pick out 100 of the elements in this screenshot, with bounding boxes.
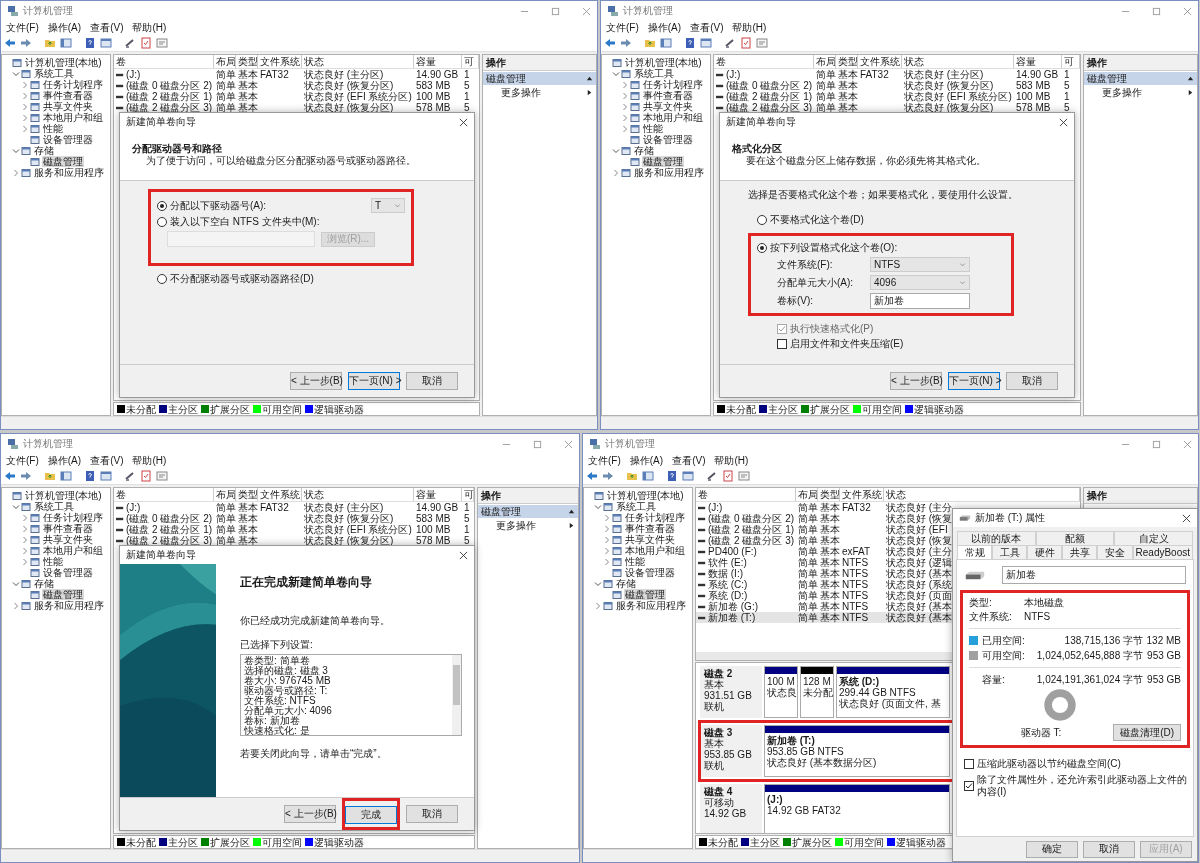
column-header[interactable]: 可 <box>462 55 479 68</box>
tree-item[interactable]: 系统工具 <box>615 501 657 512</box>
menu-item[interactable]: 查看(V) <box>90 22 124 34</box>
tree-item[interactable]: 任务计划程序 <box>624 512 686 523</box>
tree-item[interactable]: 本地用户和组 <box>42 112 104 123</box>
chevron-right-icon[interactable] <box>21 535 29 544</box>
tab[interactable]: 自定义 <box>1114 531 1193 545</box>
dialog-button[interactable]: 取消 <box>406 805 458 823</box>
caret-up-icon[interactable] <box>586 75 593 82</box>
window-icon[interactable] <box>156 37 168 49</box>
tree-item[interactable]: 本地用户和组 <box>624 545 686 556</box>
help-icon[interactable] <box>666 470 678 482</box>
tree-item[interactable]: 共享文件夹 <box>624 534 676 545</box>
maximize-icon[interactable] <box>1152 6 1161 16</box>
checklist-icon[interactable] <box>740 37 752 49</box>
tree-item[interactable]: 服务和应用程序 <box>33 167 105 178</box>
partition-block[interactable]: (J:) 14.92 GB FAT32 <box>764 784 950 833</box>
tree-item[interactable]: 计算机管理(本地) <box>606 490 685 501</box>
tree-item[interactable]: 系统工具 <box>33 68 75 79</box>
action-item[interactable]: 更多操作 <box>501 86 541 99</box>
folder-icon[interactable] <box>44 37 56 49</box>
menu-item[interactable]: 文件(F) <box>606 22 639 34</box>
pen-icon[interactable] <box>124 37 136 49</box>
column-header[interactable]: 容量 <box>414 55 462 68</box>
input-field[interactable]: 新加卷 <box>870 293 970 309</box>
chevron-right-icon[interactable] <box>621 102 629 111</box>
tab[interactable]: 常规 <box>957 545 993 559</box>
menu-item[interactable]: 操作(A) <box>629 455 664 467</box>
tree-item[interactable]: 计算机管理(本地) <box>24 57 103 68</box>
caret-down-icon[interactable] <box>959 279 966 286</box>
tree-item[interactable]: 事件查看器 <box>642 90 694 101</box>
dialog-button[interactable]: 下一页(N) > <box>348 372 400 390</box>
column-header[interactable]: 布局 <box>214 488 236 501</box>
radio-button[interactable] <box>157 274 167 284</box>
radio-label[interactable]: 不要格式化这个卷(D) <box>770 214 864 226</box>
checkbox[interactable] <box>777 339 787 349</box>
table-row[interactable]: (J:) 简单 基本 FAT32 状态良好 (主分 <box>696 502 1080 513</box>
chevron-right-icon[interactable] <box>603 524 611 533</box>
dropdown[interactable]: 4096 <box>870 275 970 290</box>
tree-item[interactable]: 本地用户和组 <box>42 545 104 556</box>
caret-up-icon[interactable] <box>568 508 575 515</box>
chevron-right-icon[interactable] <box>603 546 611 555</box>
help-icon[interactable] <box>684 37 696 49</box>
menu-item[interactable]: 文件(F) <box>6 455 39 467</box>
name-field[interactable]: 新加卷 <box>1002 566 1186 584</box>
menu-item[interactable]: 文件(F) <box>588 455 621 467</box>
window-icon[interactable] <box>660 37 672 49</box>
action-group[interactable]: 磁盘管理 <box>1084 72 1197 85</box>
tree-item[interactable]: 服务和应用程序 <box>615 600 687 611</box>
table-row[interactable]: (磁盘 2 磁盘分区 1) 简单 基本 状态良好 (EFI 系统分区) 100 MB 1 <box>114 524 474 535</box>
column-header[interactable]: 状态 <box>302 488 414 501</box>
checklist-icon[interactable] <box>722 470 734 482</box>
tab[interactable]: 工具 <box>992 545 1028 559</box>
chevron-down-icon[interactable] <box>12 579 20 588</box>
tree-item[interactable]: 存储 <box>633 145 655 156</box>
column-header[interactable]: 卷 <box>114 55 214 68</box>
chevron-down-icon[interactable] <box>12 69 20 78</box>
tab[interactable]: 安全 <box>1097 545 1133 559</box>
folder-icon[interactable] <box>644 37 656 49</box>
radio-button[interactable] <box>757 215 767 225</box>
tree-item[interactable]: 设备管理器 <box>624 567 676 578</box>
column-header[interactable]: 类型 <box>818 488 840 501</box>
menu-item[interactable]: 文件(F) <box>6 22 39 34</box>
radio-label[interactable]: 分配以下驱动器号(A): <box>170 199 267 212</box>
column-header[interactable]: 卷 <box>114 488 214 501</box>
checklist-icon[interactable] <box>140 470 152 482</box>
table-row[interactable]: 软件 (E:) 简单 基本 NTFS 状态良好 (逻辑 <box>696 557 1080 568</box>
column-header[interactable]: 卷 <box>714 55 814 68</box>
tree-item[interactable]: 任务计划程序 <box>42 79 104 90</box>
caret-right-icon[interactable] <box>586 89 593 96</box>
tree-item[interactable]: 磁盘管理 <box>42 156 84 167</box>
forward-arrow-icon[interactable] <box>620 37 632 49</box>
column-header[interactable]: 布局 <box>214 55 236 68</box>
chevron-down-icon[interactable] <box>612 69 620 78</box>
chevron-down-icon[interactable] <box>612 146 620 155</box>
forward-arrow-icon[interactable] <box>602 470 614 482</box>
tree-item[interactable]: 存储 <box>33 145 55 156</box>
tree-item[interactable]: 共享文件夹 <box>642 101 694 112</box>
folder-icon[interactable] <box>44 470 56 482</box>
chevron-right-icon[interactable] <box>21 91 29 100</box>
caret-right-icon[interactable] <box>1187 89 1194 96</box>
column-header[interactable]: 卷 <box>696 488 796 501</box>
pen-icon[interactable] <box>124 470 136 482</box>
column-header[interactable]: 布局 <box>796 488 818 501</box>
menu-item[interactable]: 查看(V) <box>90 455 124 467</box>
table-row[interactable]: (磁盘 2 磁盘分区 1) 简单 基本 状态良好 (EFI 系统分区) 100 MB 1 <box>114 91 479 102</box>
menu-item[interactable]: 帮助(H) <box>132 455 167 467</box>
column-header[interactable]: 状态 <box>302 55 414 68</box>
dialog-button[interactable]: 完成 <box>345 806 397 824</box>
menu-item[interactable]: 帮助(H) <box>714 455 749 467</box>
action-group[interactable]: 磁盘管理 <box>483 72 596 85</box>
disk-cleanup-button[interactable]: 磁盘清理(D) <box>1113 724 1181 741</box>
dropdown[interactable]: NTFS <box>870 257 970 272</box>
tree-item[interactable]: 磁盘管理 <box>642 156 684 167</box>
tab[interactable]: 以前的版本 <box>957 531 1036 545</box>
partition-block[interactable]: 128 M 未分配 <box>800 666 834 718</box>
pen-icon[interactable] <box>706 470 718 482</box>
window-icon[interactable] <box>60 470 72 482</box>
tree-item[interactable]: 服务和应用程序 <box>633 167 705 178</box>
tree-item[interactable]: 性能 <box>42 123 64 134</box>
